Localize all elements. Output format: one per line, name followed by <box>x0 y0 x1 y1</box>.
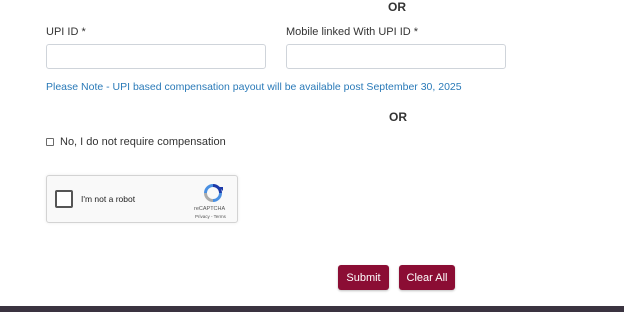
recaptcha-label: I'm not a robot <box>81 194 136 204</box>
or-separator-middle: OR <box>389 110 407 124</box>
recaptcha-brand: reCAPTCHA <box>194 206 226 212</box>
footer-bar <box>0 306 624 312</box>
mobile-upi-input[interactable] <box>286 44 506 69</box>
recaptcha-logo-icon <box>204 184 223 202</box>
upi-id-label: UPI ID * <box>46 26 86 38</box>
recaptcha-checkbox[interactable] <box>55 190 73 208</box>
upi-payout-note: Please Note - UPI based compensation pay… <box>46 81 462 93</box>
mobile-upi-label: Mobile linked With UPI ID * <box>286 26 419 38</box>
submit-button[interactable]: Submit <box>338 265 389 290</box>
no-compensation-checkbox[interactable] <box>46 138 54 146</box>
no-compensation-option[interactable]: No, I do not require compensation <box>46 136 226 148</box>
recaptcha-privacy-terms[interactable]: Privacy - Terms <box>195 214 226 219</box>
recaptcha-widget: I'm not a robot reCAPTCHA Privacy - Term… <box>46 175 238 223</box>
or-separator-top: OR <box>388 0 406 14</box>
upi-id-input[interactable] <box>46 44 266 69</box>
clear-all-button[interactable]: Clear All <box>399 265 455 290</box>
no-compensation-label: No, I do not require compensation <box>60 136 226 148</box>
